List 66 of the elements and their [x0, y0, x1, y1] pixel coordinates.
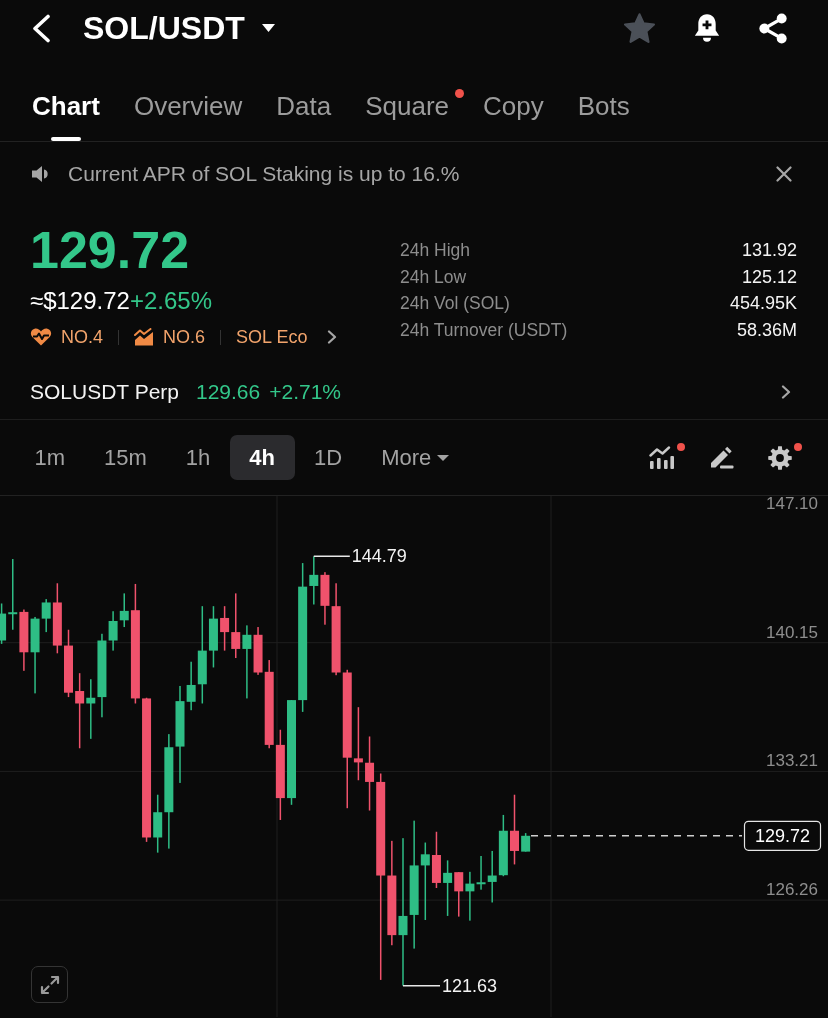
axis-label: 133.21 — [766, 751, 818, 771]
price-change: +2.65% — [129, 286, 212, 316]
candle — [19, 609, 29, 671]
perpetual-name[interactable]: SOLUSDT Perp — [30, 380, 179, 404]
settings-icon[interactable] — [768, 445, 792, 470]
tab[interactable]: Data — [276, 72, 332, 141]
ranking-label[interactable]: NO.6 — [163, 326, 206, 348]
tab[interactable]: Chart — [32, 72, 100, 141]
share-icon[interactable] — [758, 12, 788, 44]
stat-value: 454.95K — [729, 293, 797, 315]
stat-value: 58.36M — [736, 319, 797, 341]
leader-line — [402, 984, 441, 987]
tab[interactable]: Overview — [133, 72, 243, 141]
heart-icon — [30, 328, 52, 346]
bell-plus-icon[interactable] — [692, 12, 722, 44]
speaker-icon — [31, 165, 51, 183]
stat-value: 131.92 — [741, 239, 797, 261]
close-icon[interactable] — [776, 166, 792, 182]
interval-tab[interactable]: 4h — [229, 435, 295, 480]
interval-tab[interactable]: 1h — [166, 435, 230, 480]
stat-label: 24h High — [400, 239, 471, 261]
candle — [443, 860, 453, 916]
expand-button[interactable] — [31, 966, 68, 1003]
stat-value: 125.12 — [741, 266, 797, 288]
chevron-right-icon[interactable] — [781, 385, 791, 399]
axis-label: 147.10 — [766, 496, 818, 513]
low-price-label: 121.63 — [442, 975, 498, 996]
interval-tab[interactable]: 1m — [15, 435, 85, 480]
back-icon[interactable] — [31, 13, 51, 43]
caret-icon[interactable] — [437, 454, 450, 461]
stat-label: 24h Vol (SOL) — [400, 293, 510, 315]
perpetual-change: +2.71% — [269, 380, 342, 404]
candle — [454, 872, 464, 917]
candle — [431, 831, 441, 888]
expand-icon[interactable] — [39, 974, 60, 995]
interval-tab[interactable]: 1D — [294, 435, 362, 480]
indicators-icon[interactable] — [649, 446, 675, 469]
candle — [510, 794, 519, 865]
last-price-tag: 129.72 — [743, 820, 822, 851]
ranking-label[interactable]: NO.4 — [61, 326, 103, 348]
candle — [521, 833, 531, 852]
caret-icon[interactable] — [261, 24, 275, 32]
tab[interactable]: Copy — [483, 72, 544, 141]
interval-tab[interactable]: 15m — [84, 435, 167, 480]
candle — [86, 679, 96, 739]
area-chart-icon — [134, 328, 154, 346]
leader-line — [313, 555, 351, 558]
candle — [64, 629, 73, 698]
tab[interactable]: Bots — [577, 72, 630, 141]
more-dropdown[interactable]: More — [361, 435, 469, 480]
stat-label: 24h Low — [400, 266, 467, 288]
usd-price: ≈$129.72 — [30, 286, 130, 316]
pair-title[interactable]: SOL/USDT — [83, 12, 245, 44]
high-price-label: 144.79 — [351, 546, 407, 567]
chevron-right-icon[interactable] — [327, 330, 338, 344]
sector-label[interactable]: SOL Eco — [236, 326, 308, 348]
last-price: 129.72 — [30, 222, 190, 278]
stat-label: 24h Turnover (USDT) — [400, 319, 568, 341]
announcement-text: Current APR of SOL Staking is up to 16.% — [68, 162, 460, 186]
axis-label: 126.26 — [766, 880, 818, 900]
axis-label: 140.15 — [766, 622, 818, 642]
candle — [498, 814, 508, 877]
star-icon[interactable] — [623, 12, 656, 44]
pencil-icon[interactable] — [709, 446, 734, 469]
perpetual-price: 129.66 — [196, 380, 261, 404]
tab[interactable]: Square — [365, 72, 450, 141]
